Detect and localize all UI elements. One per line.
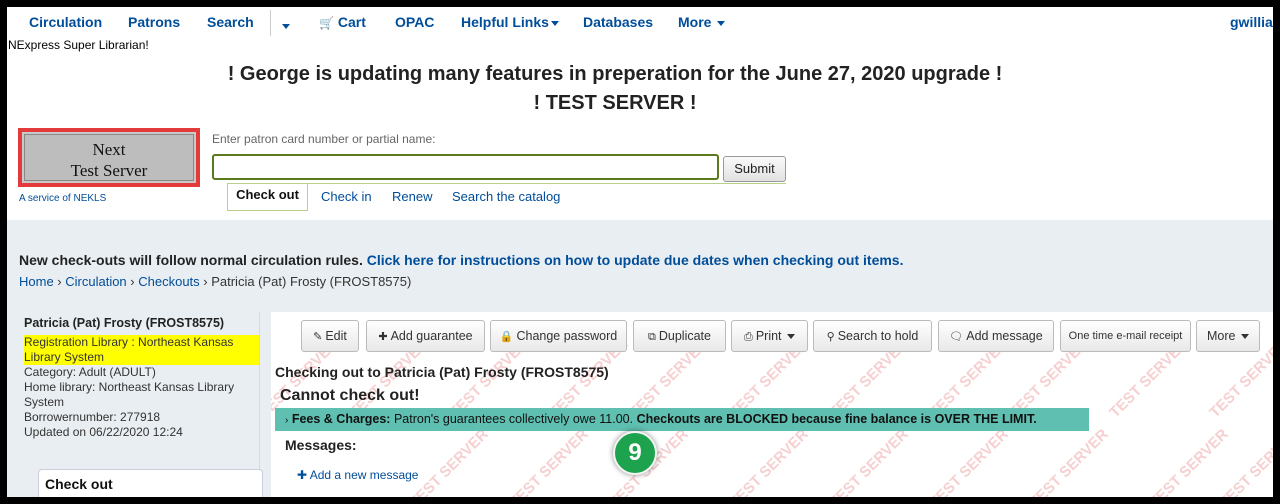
announcement: ! George is updating many features in pr…: [7, 60, 1223, 118]
logo-line-1: Next: [92, 140, 126, 159]
search-to-hold-label: Search to hold: [837, 329, 919, 343]
cart-icon: 🛒: [319, 16, 334, 30]
announcement-line-1: ! George is updating many features in pr…: [227, 63, 1003, 85]
announcement-line-2: ! TEST SERVER !: [533, 92, 697, 114]
tab-check-out[interactable]: Check out: [227, 184, 308, 211]
search-icon: ⚲: [826, 331, 835, 343]
duplicate-button[interactable]: ⧉ Duplicate: [633, 320, 726, 352]
nav-databases[interactable]: Databases: [583, 14, 653, 30]
patron-category: Category: Adult (ADULT): [24, 365, 156, 379]
rules-notice: New check-outs will follow normal circul…: [19, 252, 904, 268]
plus-icon: ✚: [378, 331, 388, 343]
add-new-message-label: Add a new message: [309, 468, 419, 482]
messages-label: Messages:: [285, 437, 357, 453]
nav-helpful-links[interactable]: Helpful Links: [461, 14, 559, 30]
cannot-checkout-heading: Cannot check out!: [280, 387, 420, 404]
tab-search-catalog[interactable]: Search the catalog: [452, 184, 560, 204]
print-button[interactable]: ⎙ Print: [731, 320, 808, 352]
nav-more[interactable]: More: [678, 14, 726, 30]
more-label: More: [1207, 329, 1236, 343]
change-password-label: Change password: [516, 329, 618, 343]
test-server-watermark: TEST SERVER: [726, 425, 812, 497]
add-new-message-link[interactable]: ✚ Add a new message: [297, 468, 418, 482]
test-server-watermark: TEST SERVER: [406, 425, 492, 497]
test-server-watermark: TEST SERVER: [506, 425, 592, 497]
top-navigation: Circulation Patrons Search 🛒 Cart OPAC H…: [7, 7, 1273, 39]
breadcrumb-circulation[interactable]: Circulation: [65, 274, 126, 289]
caret-down-icon: [282, 23, 290, 29]
add-guarantee-label: Add guarantee: [390, 329, 473, 343]
step-number-badge: 9: [613, 431, 657, 475]
checkout-sidebar-box: Check out: [38, 469, 263, 497]
submit-button[interactable]: Submit: [723, 156, 786, 182]
chevron-right-icon: ›: [285, 415, 289, 426]
nav-helpful-links-label: Helpful Links: [461, 14, 549, 30]
breadcrumb-home[interactable]: Home: [19, 274, 54, 289]
plus-icon: ✚: [297, 468, 308, 482]
edit-button[interactable]: ✎ Edit: [301, 320, 359, 352]
fees-blocked-text: Checkouts are BLOCKED because fine balan…: [636, 412, 1037, 426]
caret-down-icon: [787, 334, 795, 340]
login-message: NExpress Super Librarian!: [8, 38, 149, 52]
lock-icon: 🔒: [499, 331, 514, 343]
tab-check-in[interactable]: Check in: [321, 184, 372, 204]
nav-more-label: More: [678, 14, 712, 30]
caret-down-icon: [550, 20, 559, 26]
breadcrumb-checkouts[interactable]: Checkouts: [138, 274, 199, 289]
comment-icon: 🗨: [949, 331, 964, 343]
patron-borrowernumber: Borrowernumber: 277918: [24, 410, 161, 424]
logo-tagline[interactable]: A service of NEKLS: [19, 193, 106, 204]
more-button[interactable]: More: [1196, 320, 1260, 352]
user-menu[interactable]: gwillia: [1230, 14, 1273, 30]
browser-frame: Circulation Patrons Search 🛒 Cart OPAC H…: [7, 7, 1273, 497]
main-content: TEST SERVER TEST SERVER TEST SERVER TEST SE…: [271, 312, 1273, 497]
nav-search[interactable]: Search: [207, 14, 254, 30]
site-logo[interactable]: Next Test Server: [18, 128, 200, 187]
test-server-watermark: TEST SERVER: [1026, 425, 1112, 497]
test-server-watermark: TEST SERVER: [1146, 425, 1232, 497]
fees-alert: › Fees & Charges: Patron's guarantees co…: [275, 408, 1089, 431]
nav-separator: [270, 10, 271, 36]
logo-text: Next Test Server: [24, 134, 194, 181]
add-guarantee-button[interactable]: ✚ Add guarantee: [366, 320, 485, 352]
rules-instructions-link[interactable]: Click here for instructions on how to up…: [367, 252, 904, 268]
email-receipt-button[interactable]: One time e-mail receipt: [1060, 320, 1191, 352]
patron-home-library: Home library: Northeast Kansas Library S…: [24, 380, 235, 409]
patron-search-input[interactable]: [212, 154, 719, 180]
add-message-label: Add message: [966, 329, 1043, 343]
duplicate-label: Duplicate: [658, 329, 711, 343]
nav-circulation[interactable]: Circulation: [29, 14, 102, 30]
add-message-button[interactable]: 🗨 Add message: [938, 320, 1054, 352]
search-to-hold-button[interactable]: ⚲ Search to hold: [813, 320, 932, 352]
printer-icon: ⎙: [744, 331, 753, 343]
print-label: Print: [755, 329, 782, 343]
change-password-button[interactable]: 🔒 Change password: [490, 320, 627, 352]
checkout-box-title: Check out: [45, 476, 113, 492]
edit-button-label: Edit: [325, 329, 347, 343]
fees-label: Fees & Charges:: [291, 412, 391, 426]
patron-sidebar: Patricia (Pat) Frosty (FROST8575) Regist…: [24, 316, 260, 440]
caret-down-icon: [717, 20, 726, 26]
patron-search-label: Enter patron card number or partial name…: [212, 132, 436, 146]
nav-cart[interactable]: 🛒 Cart: [319, 14, 366, 30]
test-server-watermark: TEST SERVER: [926, 425, 1012, 497]
registration-library: Registration Library : Northeast Kansas …: [24, 335, 260, 365]
search-dropdown-toggle[interactable]: [280, 17, 290, 33]
fees-text: Patron's guarantees collectively owe 11.…: [393, 412, 634, 426]
nav-cart-label: Cart: [337, 14, 366, 30]
tab-renew[interactable]: Renew: [392, 184, 432, 204]
pencil-icon: ✎: [313, 331, 323, 343]
test-server-watermark: TEST SERVER: [826, 425, 912, 497]
logo-line-2: Test Server: [70, 161, 148, 180]
caret-down-icon: [1240, 334, 1249, 340]
nav-opac[interactable]: OPAC: [395, 14, 434, 30]
breadcrumb-current: Patricia (Pat) Frosty (FROST8575): [211, 274, 412, 289]
copy-icon: ⧉: [648, 331, 656, 343]
patron-name: Patricia (Pat) Frosty (FROST8575): [24, 316, 225, 330]
breadcrumb: Home › Circulation › Checkouts › Patrici…: [19, 274, 412, 289]
rules-notice-text: New check-outs will follow normal circul…: [19, 252, 363, 268]
checkout-title: Checking out to Patricia (Pat) Frosty (F…: [275, 364, 609, 380]
nav-patrons[interactable]: Patrons: [128, 14, 180, 30]
patron-updated: Updated on 06/22/2020 12:24: [24, 425, 183, 439]
